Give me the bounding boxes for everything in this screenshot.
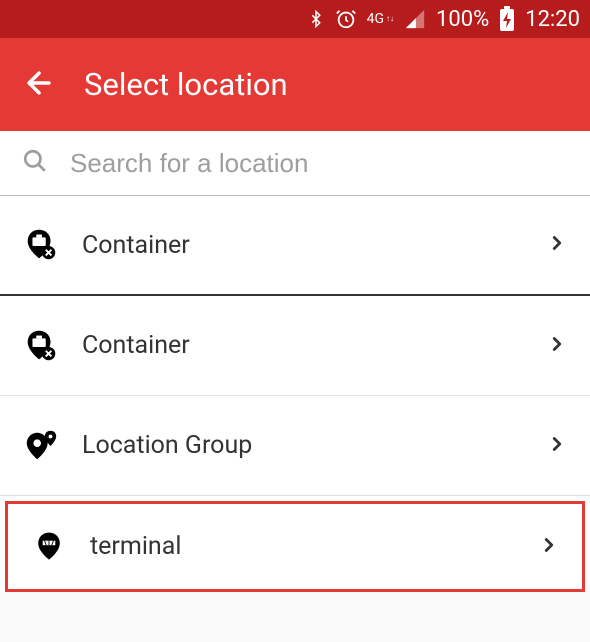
network-label: 4G [367, 12, 384, 26]
chevron-right-icon [546, 226, 568, 264]
list-item-container[interactable]: Container [0, 196, 590, 296]
list-item-container[interactable]: Container [0, 296, 590, 396]
battery-percentage: 100% [436, 7, 489, 32]
list-item-location-group[interactable]: Location Group [0, 396, 590, 496]
network-4g-icon: 4G ↑↓ [367, 12, 394, 26]
search-icon [22, 148, 48, 178]
search-input[interactable] [70, 148, 568, 179]
clock-time: 12:20 [525, 7, 580, 32]
list-item-label: terminal [90, 532, 516, 561]
container-pin-icon [22, 226, 60, 264]
alarm-icon [335, 8, 357, 30]
location-list: Container Container [0, 196, 590, 592]
terminal-pin-icon [30, 529, 68, 565]
list-item-label: Location Group [82, 431, 524, 460]
page-title: Select location [84, 66, 288, 103]
location-group-pin-icon [22, 427, 60, 465]
battery-charging-icon [499, 6, 515, 32]
container-pin-icon [22, 327, 60, 365]
app-bar: Select location [0, 38, 590, 131]
chevron-right-icon [538, 528, 560, 566]
list-item-label: Container [82, 331, 524, 360]
cell-signal-icon [404, 8, 426, 30]
list-item-label: Container [82, 231, 524, 260]
chevron-right-icon [546, 327, 568, 365]
network-arrows-icon: ↑↓ [386, 15, 394, 23]
bluetooth-icon [307, 8, 325, 30]
search-bar[interactable] [0, 131, 590, 196]
list-item-terminal[interactable]: terminal [5, 501, 585, 592]
chevron-right-icon [546, 427, 568, 465]
status-bar: 4G ↑↓ 100% 12:20 [0, 0, 590, 38]
back-button[interactable] [22, 66, 56, 104]
